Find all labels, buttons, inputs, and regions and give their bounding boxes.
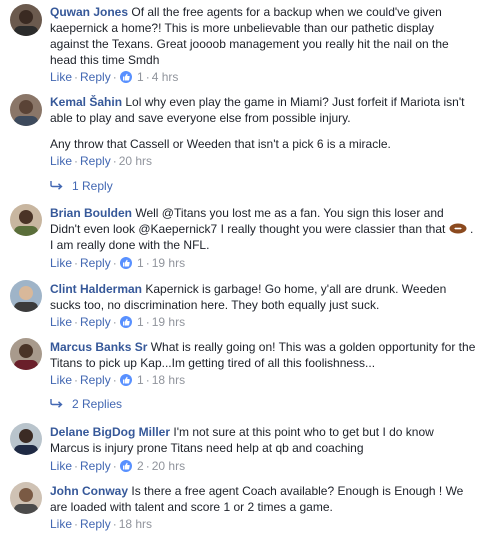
like-link[interactable]: Like <box>50 154 72 168</box>
comment-text-paragraph: Any throw that Cassell or Weeden that is… <box>50 137 391 151</box>
thumbs-up-icon[interactable] <box>119 316 132 328</box>
separator: · <box>112 517 117 531</box>
avatar[interactable] <box>10 338 42 370</box>
commenter-name[interactable]: Kemal Šahin <box>50 95 122 109</box>
timestamp[interactable]: 18 hrs <box>119 517 152 531</box>
separator: · <box>145 459 150 473</box>
reply-link[interactable]: Reply <box>80 315 111 329</box>
like-link[interactable]: Like <box>50 70 72 84</box>
like-link[interactable]: Like <box>50 459 72 473</box>
like-link[interactable]: Like <box>50 256 72 270</box>
avatar[interactable] <box>10 280 42 312</box>
thumbs-up-icon[interactable] <box>119 257 132 269</box>
separator: · <box>74 315 79 329</box>
separator: · <box>74 70 79 84</box>
commenter-name[interactable]: John Conway <box>50 484 128 498</box>
football-emoji-icon <box>449 223 467 234</box>
reply-arrow-icon <box>50 399 63 408</box>
reply-arrow-icon <box>50 181 63 190</box>
separator: · <box>112 154 117 168</box>
comment-actions: Like · Reply · 2 · 20 hrs <box>50 458 185 474</box>
reply-link[interactable]: Reply <box>80 517 111 531</box>
separator: · <box>74 459 79 473</box>
separator: · <box>112 256 117 270</box>
avatar[interactable] <box>10 94 42 126</box>
separator: · <box>145 315 150 329</box>
comment-actions: Like · Reply · 1 · 19 hrs <box>50 314 185 330</box>
avatar[interactable] <box>10 204 42 236</box>
like-link[interactable]: Like <box>50 315 72 329</box>
thumbs-up-icon[interactable] <box>119 71 132 83</box>
separator: · <box>74 373 79 387</box>
separator: · <box>74 256 79 270</box>
like-count[interactable]: 2 <box>137 459 144 473</box>
avatar[interactable] <box>10 4 42 36</box>
like-count[interactable]: 1 <box>137 70 144 84</box>
like-link[interactable]: Like <box>50 373 72 387</box>
avatar[interactable] <box>10 482 42 514</box>
timestamp[interactable]: 19 hrs <box>152 315 185 329</box>
timestamp[interactable]: 20 hrs <box>152 459 185 473</box>
timestamp[interactable]: 18 hrs <box>152 373 185 387</box>
commenter-name[interactable]: Marcus Banks Sr <box>50 340 147 354</box>
comment-actions: Like · Reply · 18 hrs <box>50 516 152 532</box>
like-link[interactable]: Like <box>50 517 72 531</box>
comment-actions: Like · Reply · 1 · 18 hrs <box>50 372 185 388</box>
timestamp[interactable]: 19 hrs <box>152 256 185 270</box>
reply-link[interactable]: Reply <box>80 373 111 387</box>
separator: · <box>112 70 117 84</box>
separator: · <box>145 70 150 84</box>
replies-count[interactable]: 2 Replies <box>72 397 122 411</box>
timestamp[interactable]: 4 hrs <box>152 70 179 84</box>
separator: · <box>112 315 117 329</box>
view-replies-link[interactable]: 1 Reply <box>50 178 113 194</box>
view-replies-link[interactable]: 2 Replies <box>50 396 122 412</box>
separator: · <box>112 373 117 387</box>
comment-actions: Like · Reply · 1 · 4 hrs <box>50 69 178 85</box>
thumbs-up-icon[interactable] <box>119 374 132 386</box>
thumbs-up-icon[interactable] <box>119 460 132 472</box>
separator: · <box>112 459 117 473</box>
commenter-name[interactable]: Quwan Jones <box>50 5 128 19</box>
like-count[interactable]: 1 <box>137 315 144 329</box>
commenter-name[interactable]: Brian Boulden <box>50 206 132 220</box>
comment-actions: Like · Reply · 1 · 19 hrs <box>50 255 185 271</box>
avatar[interactable] <box>10 423 42 455</box>
replies-count[interactable]: 1 Reply <box>72 179 113 193</box>
timestamp[interactable]: 20 hrs <box>119 154 152 168</box>
separator: · <box>74 154 79 168</box>
separator: · <box>145 256 150 270</box>
separator: · <box>74 517 79 531</box>
like-count[interactable]: 1 <box>137 256 144 270</box>
separator: · <box>145 373 150 387</box>
reply-link[interactable]: Reply <box>80 70 111 84</box>
like-count[interactable]: 1 <box>137 373 144 387</box>
comment-actions: Like · Reply · 20 hrs <box>50 153 152 169</box>
commenter-name[interactable]: Delane BigDog Miller <box>50 425 170 439</box>
reply-link[interactable]: Reply <box>80 459 111 473</box>
commenter-name[interactable]: Clint Halderman <box>50 282 142 296</box>
reply-link[interactable]: Reply <box>80 256 111 270</box>
reply-link[interactable]: Reply <box>80 154 111 168</box>
